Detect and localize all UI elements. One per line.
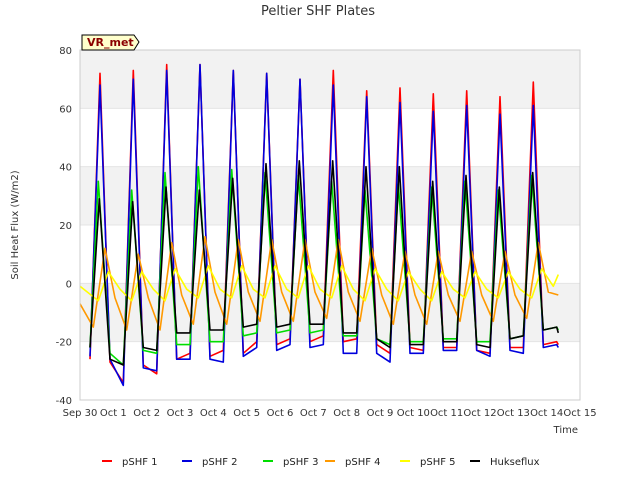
y-axis-label: Soil Heat Flux (W/m2) [10,170,21,279]
x-axis-label: Time [553,425,578,436]
y-tick-label: 20 [59,221,72,232]
legend-item: pSHF 2 [202,457,238,468]
x-tick-label: Oct 5 [233,408,260,419]
soil-heat-flux-chart: -40 -20 0 20 40 60 80 Sep 30 Oct 1 Oct 2 Oct 3 Oct… [10,4,597,468]
x-tick-label: Oct 11 [430,408,463,419]
y-tick-label: -20 [56,338,72,349]
x-tick-label: Oct 1 [100,408,127,419]
y-tick-label: 40 [59,163,72,174]
legend-item: pSHF 4 [345,457,381,468]
legend-item: pSHF 3 [283,457,319,468]
x-tick-label: Oct 14 [530,408,563,419]
x-tick-label: Oct 12 [463,408,496,419]
y-tick-label: -40 [56,396,72,407]
x-tick-label: Oct 3 [167,408,194,419]
grid-band [80,50,580,109]
y-tick-label: 80 [59,46,72,57]
site-badge: VR_met [81,34,140,51]
x-axis-ticks: Sep 30 Oct 1 Oct 2 Oct 3 Oct 4 Oct 5 Oct 6 Oct … [63,408,597,419]
legend-item: pSHF 1 [122,457,158,468]
legend: pSHF 1 pSHF 2 pSHF 3 pSHF 4 pSHF 5 Hukseflux [102,457,540,468]
y-tick-label: 0 [66,279,72,290]
y-tick-label: 60 [59,104,72,115]
y-axis-ticks: -40 -20 0 20 40 60 80 [56,46,72,407]
legend-item: Hukseflux [490,457,540,468]
x-tick-label: Oct 13 [497,408,530,419]
x-tick-label: Oct 4 [200,408,227,419]
x-tick-label: Oct 7 [300,408,327,419]
chart-title: Peltier SHF Plates [261,4,375,19]
x-tick-label: Oct 2 [133,408,160,419]
site-badge-label: VR_met [87,36,134,49]
x-tick-label: Oct 8 [333,408,360,419]
x-tick-label: Oct 15 [563,408,596,419]
legend-item: pSHF 5 [420,457,456,468]
x-tick-label: Oct 10 [397,408,430,419]
x-tick-label: Sep 30 [63,408,98,419]
x-tick-label: Oct 9 [367,408,394,419]
x-tick-label: Oct 6 [267,408,294,419]
